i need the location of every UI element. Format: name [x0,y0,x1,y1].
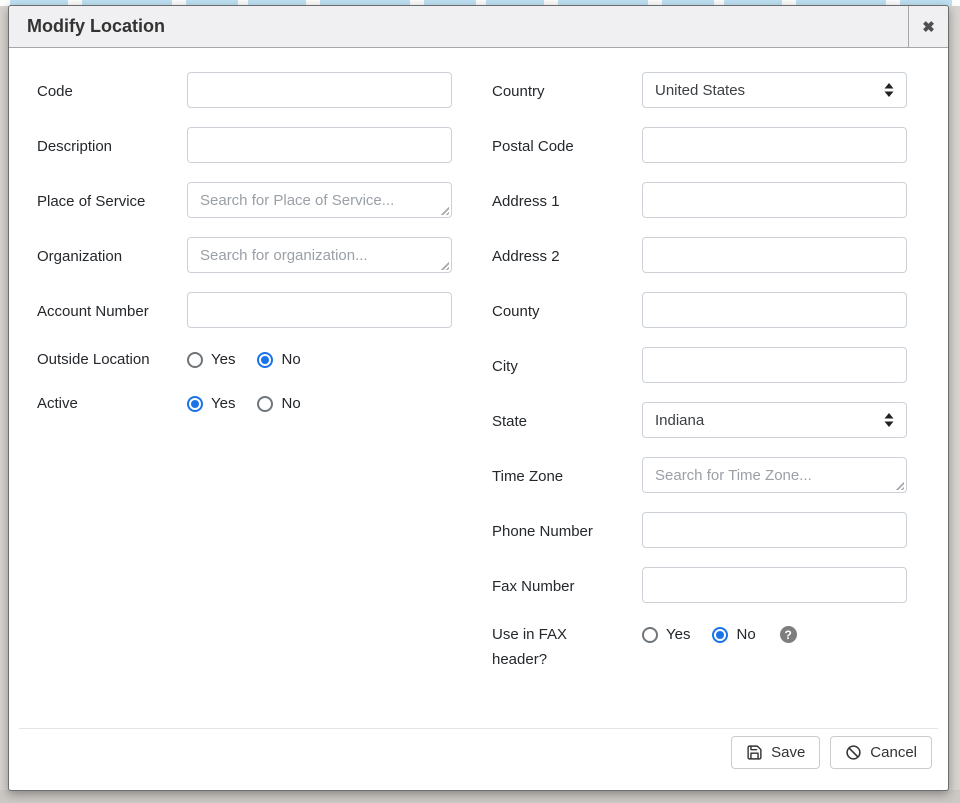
time-zone-label: Time Zone [492,457,642,493]
state-select-value: Indiana [655,412,704,429]
select-updown-icon [882,82,896,98]
phone-number-field-row: Phone Number [492,512,907,548]
description-label: Description [37,127,187,163]
close-button[interactable]: ✖ [908,6,948,47]
account-number-input[interactable] [187,292,452,328]
close-icon: ✖ [922,18,935,36]
outside-location-no-radio[interactable]: No [257,351,300,368]
postal-code-input[interactable] [642,127,907,163]
radio-icon [257,396,273,412]
form-right-column: Country United States Postal Code [492,72,907,691]
select-updown-icon [882,412,896,428]
code-label: Code [37,72,187,108]
country-field-row: Country United States [492,72,907,108]
radio-icon [712,627,728,643]
place-of-service-field-row: Place of Service [37,182,452,218]
place-of-service-label: Place of Service [37,182,187,218]
address1-input[interactable] [642,182,907,218]
radio-label: Yes [211,395,235,412]
dialog-footer: Save Cancel [19,728,938,790]
radio-icon [187,396,203,412]
postal-code-field-row: Postal Code [492,127,907,163]
active-field-row: Active Yes No [37,391,452,416]
time-zone-field-row: Time Zone [492,457,907,493]
radio-icon [257,352,273,368]
ban-icon [845,744,862,761]
background-page-bottom-strip [0,790,960,803]
address2-input[interactable] [642,237,907,273]
country-label: Country [492,72,642,108]
outside-location-radio-group: Yes No [187,347,452,372]
time-zone-search-input[interactable] [642,457,907,493]
state-label: State [492,402,642,438]
radio-icon [642,627,658,643]
form-left-column: Code Description Place of Service Organi… [37,72,452,691]
help-icon[interactable]: ? [780,626,797,643]
dialog-body: Code Description Place of Service Organi… [9,48,948,790]
address2-field-row: Address 2 [492,237,907,273]
modify-location-dialog: Modify Location ✖ Code Description Place… [8,5,949,791]
use-in-fax-header-yes-radio[interactable]: Yes [642,626,690,643]
organization-field-row: Organization [37,237,452,273]
save-button[interactable]: Save [731,736,820,769]
county-field-row: County [492,292,907,328]
radio-label: Yes [666,626,690,643]
county-label: County [492,292,642,328]
fax-number-input[interactable] [642,567,907,603]
active-no-radio[interactable]: No [257,395,300,412]
county-input[interactable] [642,292,907,328]
fax-number-label: Fax Number [492,567,642,603]
dialog-header: Modify Location ✖ [9,6,948,48]
country-select[interactable]: United States [642,72,907,108]
radio-label: No [281,351,300,368]
code-input[interactable] [187,72,452,108]
active-label: Active [37,391,187,416]
save-button-label: Save [771,744,805,761]
radio-label: Yes [211,351,235,368]
phone-number-input[interactable] [642,512,907,548]
active-radio-group: Yes No [187,391,452,416]
city-field-row: City [492,347,907,383]
organization-search-input[interactable] [187,237,452,273]
outside-location-field-row: Outside Location Yes No [37,347,452,372]
use-in-fax-header-field-row: Use in FAX header? Yes No ? [492,622,907,672]
radio-label: No [736,626,755,643]
radio-label: No [281,395,300,412]
radio-icon [187,352,203,368]
city-label: City [492,347,642,383]
use-in-fax-header-radio-group: Yes No ? [642,622,907,647]
code-field-row: Code [37,72,452,108]
postal-code-label: Postal Code [492,127,642,163]
state-field-row: State Indiana [492,402,907,438]
description-input[interactable] [187,127,452,163]
address1-label: Address 1 [492,182,642,218]
account-number-field-row: Account Number [37,292,452,328]
address2-label: Address 2 [492,237,642,273]
city-input[interactable] [642,347,907,383]
address1-field-row: Address 1 [492,182,907,218]
use-in-fax-header-no-radio[interactable]: No [712,626,755,643]
organization-label: Organization [37,237,187,273]
use-in-fax-header-label: Use in FAX header? [492,622,642,672]
state-select[interactable]: Indiana [642,402,907,438]
account-number-label: Account Number [37,292,187,328]
outside-location-label: Outside Location [37,347,187,372]
save-icon [746,744,763,761]
outside-location-yes-radio[interactable]: Yes [187,351,235,368]
country-select-value: United States [655,82,745,99]
description-field-row: Description [37,127,452,163]
cancel-button[interactable]: Cancel [830,736,932,769]
active-yes-radio[interactable]: Yes [187,395,235,412]
cancel-button-label: Cancel [870,744,917,761]
dialog-title: Modify Location [9,6,908,47]
place-of-service-search-input[interactable] [187,182,452,218]
phone-number-label: Phone Number [492,512,642,548]
fax-number-field-row: Fax Number [492,567,907,603]
